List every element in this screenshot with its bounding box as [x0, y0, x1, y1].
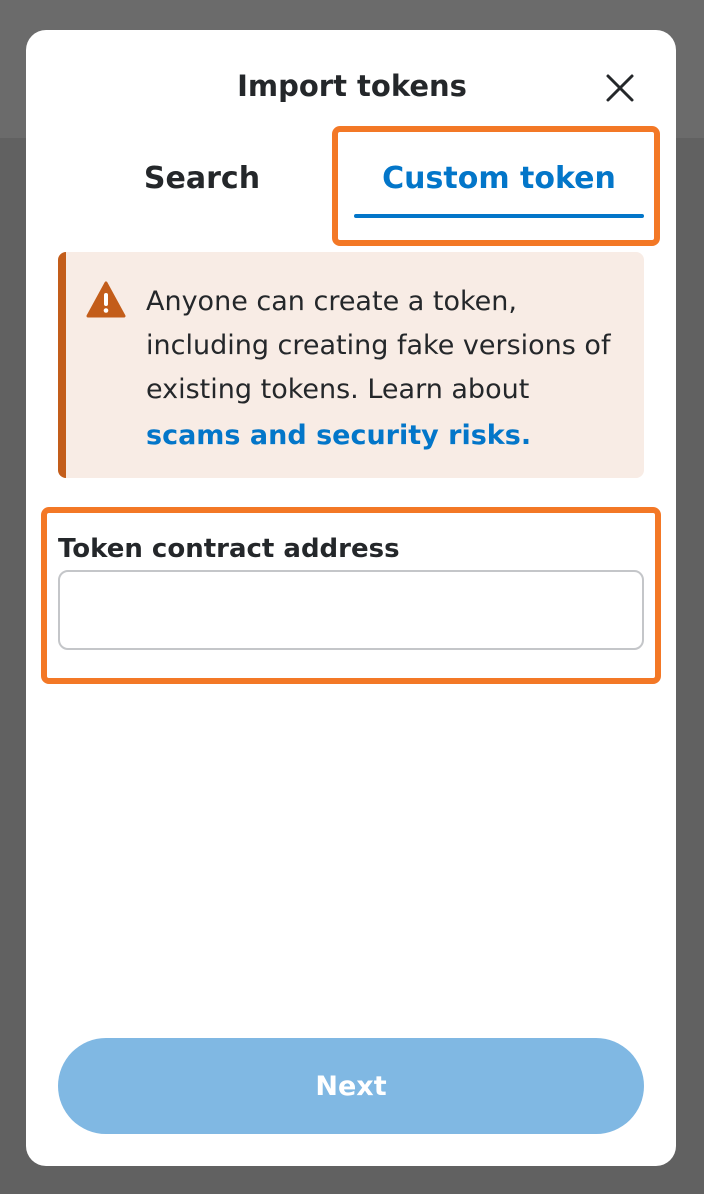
tab-custom-token-label: Custom token — [382, 161, 616, 196]
warning-text: Anyone can create a token, including cre… — [146, 286, 611, 405]
close-button[interactable] — [598, 66, 642, 110]
token-contract-address-input[interactable] — [58, 570, 644, 650]
close-icon — [606, 74, 634, 102]
warning-message: Anyone can create a token, including cre… — [146, 280, 616, 458]
tab-custom-token[interactable]: Custom token — [354, 158, 644, 218]
tab-search[interactable]: Search — [58, 158, 346, 218]
warning-icon — [86, 280, 126, 320]
next-button[interactable]: Next — [58, 1038, 644, 1134]
warning-accent-bar — [58, 252, 66, 478]
active-tab-indicator — [354, 214, 644, 218]
scams-security-link[interactable]: scams and security risks. — [146, 414, 616, 458]
warning-banner: Anyone can create a token, including cre… — [58, 252, 644, 478]
token-contract-address-label: Token contract address — [58, 534, 400, 564]
